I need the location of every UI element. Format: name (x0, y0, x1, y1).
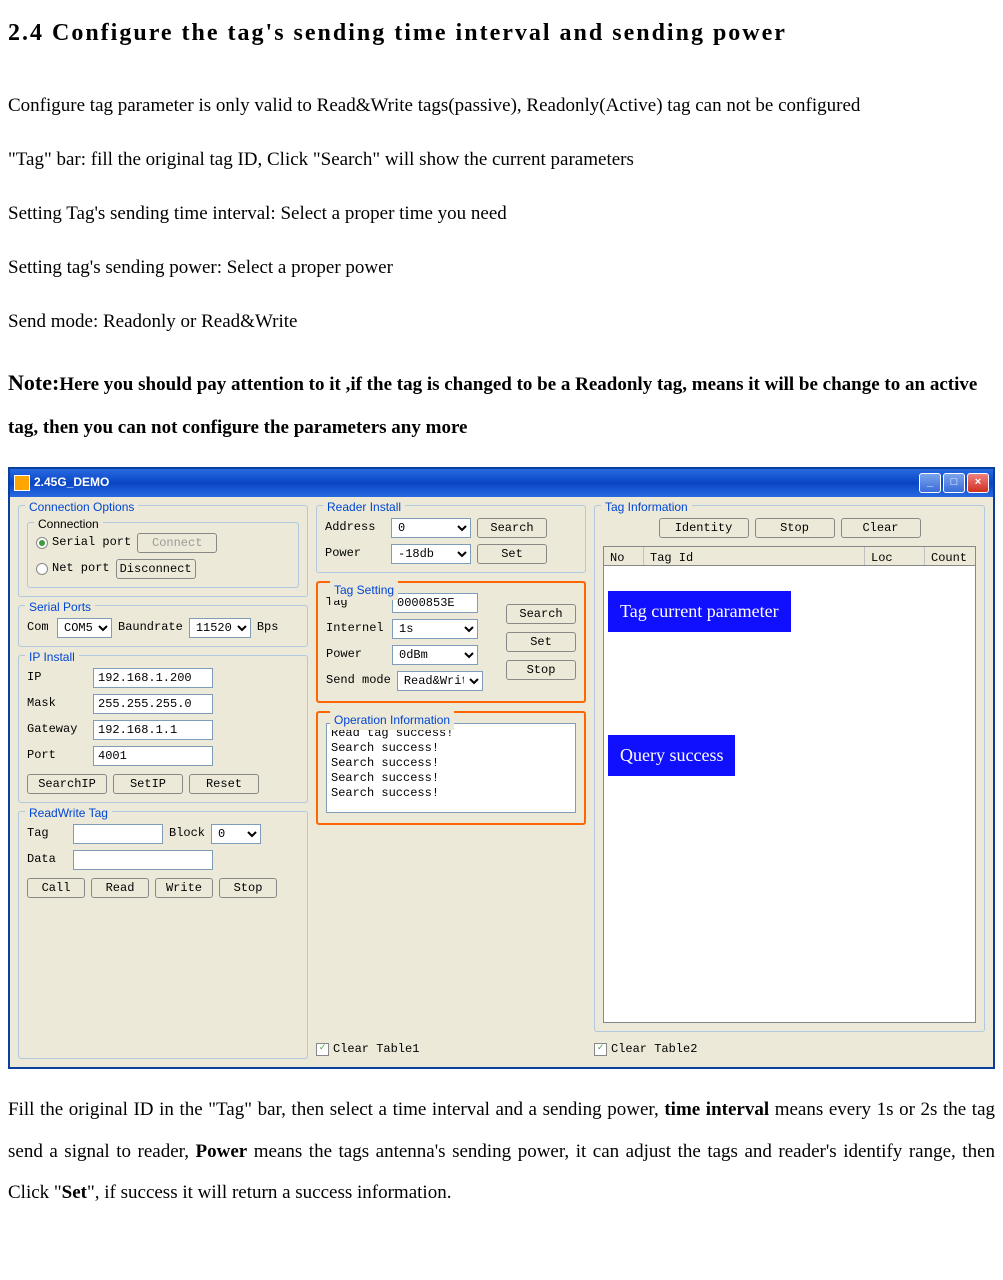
rw-tag-input[interactable] (73, 824, 163, 844)
serial-port-label: Serial port (52, 533, 131, 552)
reset-button[interactable]: Reset (189, 774, 259, 794)
address-select[interactable]: 0 (391, 518, 471, 538)
com-label: Com (27, 618, 51, 637)
disconnect-button[interactable]: Disconnect (116, 559, 196, 579)
baundrate-select[interactable]: 115200 (189, 618, 251, 638)
sendmode-label: Send mode (326, 671, 391, 690)
sendmode-select[interactable]: Read&Write (397, 671, 483, 691)
titlebar: 2.45G_DEMO _ □ × (10, 469, 993, 497)
com-select[interactable]: COM5 (57, 618, 112, 638)
para-2: "Tag" bar: fill the original tag ID, Cli… (8, 141, 995, 179)
port-label: Port (27, 746, 87, 765)
tag-table-body[interactable] (603, 566, 976, 1023)
set-ip-button[interactable]: SetIP (113, 774, 183, 794)
connection-subgroup: Connection Serial port Connect Net port (27, 522, 299, 588)
readwrite-tag-title: ReadWrite Tag (25, 804, 112, 823)
internel-label: Internel (326, 619, 386, 638)
tag-setting-title: Tag Setting (330, 581, 398, 600)
rw-stop-button[interactable]: Stop (219, 878, 277, 898)
net-port-label: Net port (52, 559, 110, 578)
maximize-button[interactable]: □ (943, 473, 965, 493)
tag-stop-button[interactable]: Stop (755, 518, 835, 538)
read-button[interactable]: Read (91, 878, 149, 898)
block-label: Block (169, 824, 205, 843)
tag-information-title: Tag Information (601, 498, 692, 517)
th-tagid: Tag Id (644, 547, 865, 565)
para-3: Setting Tag's sending time interval: Sel… (8, 195, 995, 233)
ip-install-group: IP Install IP Mask Gateway Port (18, 655, 308, 803)
ts-power-select[interactable]: 0dBm (392, 645, 478, 665)
rw-tag-label: Tag (27, 824, 67, 843)
app-window: 2.45G_DEMO _ □ × Connection Options Conn… (8, 467, 995, 1069)
operation-info-highlight: Operation Information Read tag success! … (316, 711, 586, 825)
gateway-input[interactable] (93, 720, 213, 740)
connect-button[interactable]: Connect (137, 533, 217, 553)
close-button[interactable]: × (967, 473, 989, 493)
th-no: No (604, 547, 644, 565)
ts-tag-input[interactable] (392, 593, 478, 613)
operation-info-title: Operation Information (330, 711, 454, 730)
clear-table1-checkbox[interactable]: ✓ Clear Table1 (316, 1040, 586, 1059)
bottom-paragraph: Fill the original ID in the "Tag" bar, t… (8, 1089, 995, 1214)
port-input[interactable] (93, 746, 213, 766)
mask-input[interactable] (93, 694, 213, 714)
para-1: Configure tag parameter is only valid to… (8, 87, 995, 125)
titlebar-title: 2.45G_DEMO (34, 473, 109, 492)
connection-sub-title: Connection (34, 515, 103, 534)
ts-set-button[interactable]: Set (506, 632, 576, 652)
bps-label: Bps (257, 618, 279, 637)
operation-log[interactable]: Read tag success! Search success! Search… (326, 723, 576, 813)
connection-options-group: Connection Options Connection Serial por… (18, 505, 308, 597)
ts-stop-button[interactable]: Stop (506, 660, 576, 680)
address-label: Address (325, 518, 385, 537)
clear-button[interactable]: Clear (841, 518, 921, 538)
section-title: 2.4 Configure the tag's sending time int… (8, 5, 995, 63)
clear-table2-label: Clear Table2 (611, 1040, 697, 1059)
net-port-radio[interactable]: Net port (36, 559, 110, 578)
data-label: Data (27, 850, 67, 869)
reader-install-group: Reader Install Address 0 Search Power -1… (316, 505, 586, 573)
reader-power-select[interactable]: -18db (391, 544, 471, 564)
write-button[interactable]: Write (155, 878, 213, 898)
app-icon (14, 475, 30, 491)
serial-port-radio[interactable]: Serial port (36, 533, 131, 552)
th-count: Count (925, 547, 975, 565)
note-body: Here you should pay attention to it ,if … (8, 374, 977, 438)
reader-power-label: Power (325, 544, 385, 563)
reader-set-button[interactable]: Set (477, 544, 547, 564)
search-ip-button[interactable]: SearchIP (27, 774, 107, 794)
note-label: Note: (8, 370, 59, 395)
baundrate-label: Baundrate (118, 618, 183, 637)
ip-input[interactable] (93, 668, 213, 688)
para-4: Setting tag's sending power: Select a pr… (8, 249, 995, 287)
tag-setting-highlight: Tag Setting Tag Internel 1s (316, 581, 586, 703)
callout-tag-param: Tag current parameter (608, 591, 791, 632)
call-button[interactable]: Call (27, 878, 85, 898)
clear-table2-checkbox[interactable]: ✓ Clear Table2 (594, 1040, 985, 1059)
serial-ports-group: Serial Ports Com COM5 Baundrate 115200 B… (18, 605, 308, 647)
ip-install-title: IP Install (25, 648, 79, 667)
readwrite-tag-group: ReadWrite Tag Tag Block 0 Data Call Read… (18, 811, 308, 1059)
para-5: Send mode: Readonly or Read&Write (8, 303, 995, 341)
internel-select[interactable]: 1s (392, 619, 478, 639)
callout-query-success: Query success (608, 735, 735, 776)
data-input[interactable] (73, 850, 213, 870)
serial-ports-title: Serial Ports (25, 598, 95, 617)
mask-label: Mask (27, 694, 87, 713)
th-loc: Loc (865, 547, 925, 565)
identity-button[interactable]: Identity (659, 518, 749, 538)
minimize-button[interactable]: _ (919, 473, 941, 493)
reader-search-button[interactable]: Search (477, 518, 547, 538)
clear-table1-label: Clear Table1 (333, 1040, 419, 1059)
reader-install-title: Reader Install (323, 498, 405, 517)
gateway-label: Gateway (27, 720, 87, 739)
ip-label: IP (27, 668, 87, 687)
block-select[interactable]: 0 (211, 824, 261, 844)
ts-search-button[interactable]: Search (506, 604, 576, 624)
tag-table-header: No Tag Id Loc Count (603, 546, 976, 566)
ts-power-label: Power (326, 645, 386, 664)
note-paragraph: Note:Here you should pay attention to it… (8, 359, 995, 449)
